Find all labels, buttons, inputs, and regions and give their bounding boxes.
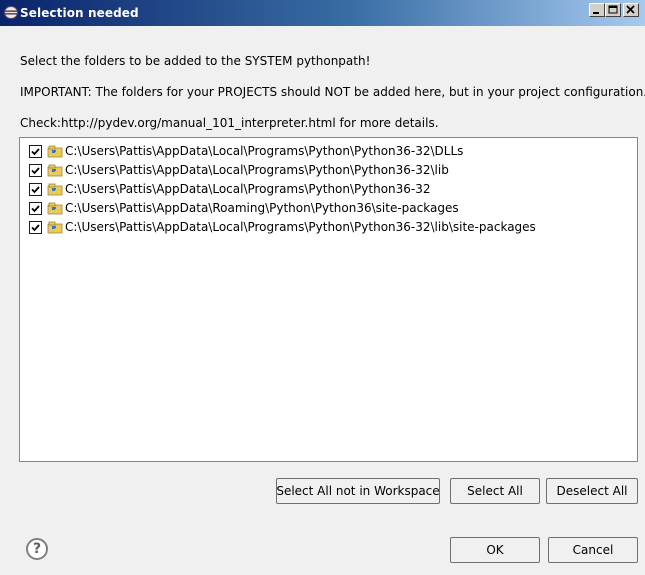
checkmark-icon <box>31 147 40 155</box>
folder-path: C:\Users\Pattis\AppData\Roaming\Python\P… <box>65 201 459 215</box>
minimize-button[interactable] <box>589 3 605 17</box>
python-folder-icon <box>47 183 63 196</box>
checkbox[interactable] <box>29 220 42 234</box>
checkbox[interactable] <box>29 144 42 158</box>
checkmark-icon <box>31 166 40 174</box>
select-all-not-in-workspace-button[interactable]: Select All not in Workspace <box>276 478 440 504</box>
list-item[interactable]: C:\Users\Pattis\AppData\Roaming\Python\P… <box>29 198 459 218</box>
maximize-icon <box>608 5 618 14</box>
list-item[interactable]: C:\Users\Pattis\AppData\Local\Programs\P… <box>29 179 431 199</box>
folder-path: C:\Users\Pattis\AppData\Local\Programs\P… <box>65 163 449 177</box>
folder-list[interactable]: C:\Users\Pattis\AppData\Local\Programs\P… <box>19 137 638 462</box>
select-all-button[interactable]: Select All <box>450 478 540 504</box>
help-link-text: Check:http://pydev.org/manual_101_interp… <box>20 116 439 130</box>
checkmark-icon <box>31 204 40 212</box>
question-mark-icon: ? <box>32 541 42 557</box>
list-item[interactable]: C:\Users\Pattis\AppData\Local\Programs\P… <box>29 217 536 237</box>
python-folder-icon <box>47 221 63 234</box>
folder-path: C:\Users\Pattis\AppData\Local\Programs\P… <box>65 144 464 158</box>
list-item[interactable]: C:\Users\Pattis\AppData\Local\Programs\P… <box>29 141 463 161</box>
ok-button[interactable]: OK <box>450 537 540 563</box>
help-button[interactable]: ? <box>26 538 48 560</box>
close-icon <box>626 5 635 14</box>
instruction-text: Select the folders to be added to the SY… <box>20 54 371 68</box>
eclipse-icon <box>4 6 18 19</box>
window-title: Selection needed <box>20 6 139 20</box>
selection-dialog: Selection needed Select the folders to b… <box>0 0 645 575</box>
checkmark-icon <box>31 223 40 231</box>
python-folder-icon <box>47 202 63 215</box>
deselect-all-button[interactable]: Deselect All <box>546 478 638 504</box>
checkbox[interactable] <box>29 163 42 177</box>
important-note: IMPORTANT: The folders for your PROJECTS… <box>20 85 645 99</box>
checkbox[interactable] <box>29 201 42 215</box>
python-folder-icon <box>47 164 63 177</box>
title-bar[interactable]: Selection needed <box>0 0 645 26</box>
cancel-button[interactable]: Cancel <box>548 537 638 563</box>
python-folder-icon <box>47 145 63 158</box>
list-item[interactable]: C:\Users\Pattis\AppData\Local\Programs\P… <box>29 160 449 180</box>
minimize-icon <box>593 12 599 14</box>
checkbox[interactable] <box>29 182 42 196</box>
maximize-button[interactable] <box>605 3 621 17</box>
folder-path: C:\Users\Pattis\AppData\Local\Programs\P… <box>65 182 431 196</box>
checkmark-icon <box>31 185 40 193</box>
close-window-button[interactable] <box>623 3 639 17</box>
folder-path: C:\Users\Pattis\AppData\Local\Programs\P… <box>65 220 536 234</box>
